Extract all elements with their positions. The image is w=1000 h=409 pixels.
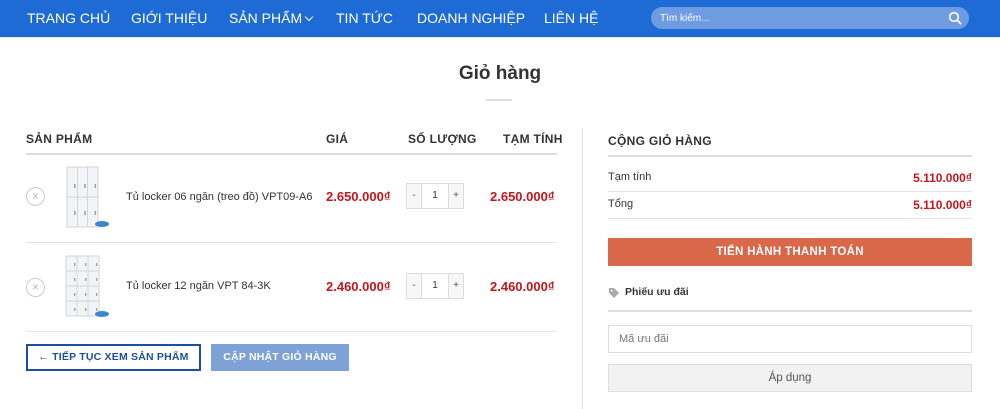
table-header-divider [26,153,557,155]
nav-item-about[interactable]: GIỚI THIỆU [131,0,207,37]
subtotal-label: Tạm tính [608,171,652,183]
remove-item-button[interactable]: × [26,278,45,297]
continue-shopping-button[interactable]: ← TIẾP TỤC XEM SẢN PHẨM [26,344,201,371]
coupon-code-input[interactable] [608,325,972,353]
quantity-input[interactable]: 1 [422,184,448,208]
nav-item-label: GIỚI THIỆU [131,10,208,26]
header-divider [0,37,1000,38]
product-name-link[interactable]: Tủ locker 12 ngăn VPT 84-3K [126,280,271,292]
search-box [651,7,969,29]
header-price: GIÁ [326,132,349,146]
quantity-input[interactable]: 1 [422,274,448,298]
nav-item-products[interactable]: SẢN PHẨM [229,0,314,37]
quantity-decrease-button[interactable]: - [407,274,422,298]
totals-header-divider [608,155,972,157]
tag-icon [609,288,619,298]
row-divider [26,331,557,332]
nav-item-home[interactable]: TRANG CHỦ [27,0,110,37]
apply-coupon-button[interactable]: Áp dụng [608,364,972,392]
subtotal-value: 5.110.000₫ [913,171,972,185]
row-divider [26,242,557,243]
chevron-down-icon [304,12,314,22]
totals-row-divider [608,191,972,192]
quantity-stepper: - 1 + [406,273,464,299]
total-value: 5.110.000₫ [913,198,972,212]
quantity-stepper: - 1 + [406,183,464,209]
top-navbar: TRANG CHỦ GIỚI THIỆU SẢN PHẨM TIN TỨC DO… [0,0,1000,37]
nav-item-label: SẢN PHẨM [229,10,303,26]
remove-item-button[interactable]: × [26,187,45,206]
search-input[interactable] [651,7,941,29]
item-subtotal: 2.650.000₫ [490,189,555,204]
nav-item-news[interactable]: TIN TỨC [336,0,393,37]
total-label: Tổng [608,198,634,210]
totals-row-divider [608,218,972,219]
header-product: SẢN PHẨM [26,132,93,146]
product-thumbnail[interactable] [62,166,112,230]
header-quantity: SỐ LƯỢNG [408,132,477,146]
search-icon[interactable] [948,11,962,25]
column-divider [582,128,583,409]
cart-totals-title: CỘNG GIỎ HÀNG [608,134,712,148]
coupon-divider [608,310,972,312]
nav-item-business[interactable]: DOANH NGHIỆP [417,0,525,37]
nav-item-contact[interactable]: LIÊN HỆ [544,0,598,37]
quantity-increase-button[interactable]: + [448,274,463,298]
item-subtotal: 2.460.000₫ [490,279,555,294]
item-price: 2.650.000₫ [326,189,391,204]
item-price: 2.460.000₫ [326,279,391,294]
quantity-decrease-button[interactable]: - [407,184,422,208]
product-thumbnail[interactable] [62,255,112,319]
nav-item-label: DOANH NGHIỆP [417,10,526,26]
product-name-link[interactable]: Tủ locker 06 ngăn (treo đồ) VPT09-A6 [126,191,312,203]
nav-item-label: TIN TỨC [336,10,393,26]
checkout-button[interactable]: TIẾN HÀNH THANH TOÁN [608,238,972,266]
nav-item-label: LIÊN HỆ [544,10,599,26]
nav-item-label: TRANG CHỦ [27,10,111,26]
update-cart-button[interactable]: CẬP NHẬT GIỎ HÀNG [211,344,349,371]
header-subtotal: TẠM TÍNH [503,132,563,146]
page-title: Giỏ hàng [458,63,542,84]
coupon-heading-label: Phiếu ưu đãi [625,286,689,298]
title-divider [486,99,512,101]
quantity-increase-button[interactable]: + [448,184,463,208]
